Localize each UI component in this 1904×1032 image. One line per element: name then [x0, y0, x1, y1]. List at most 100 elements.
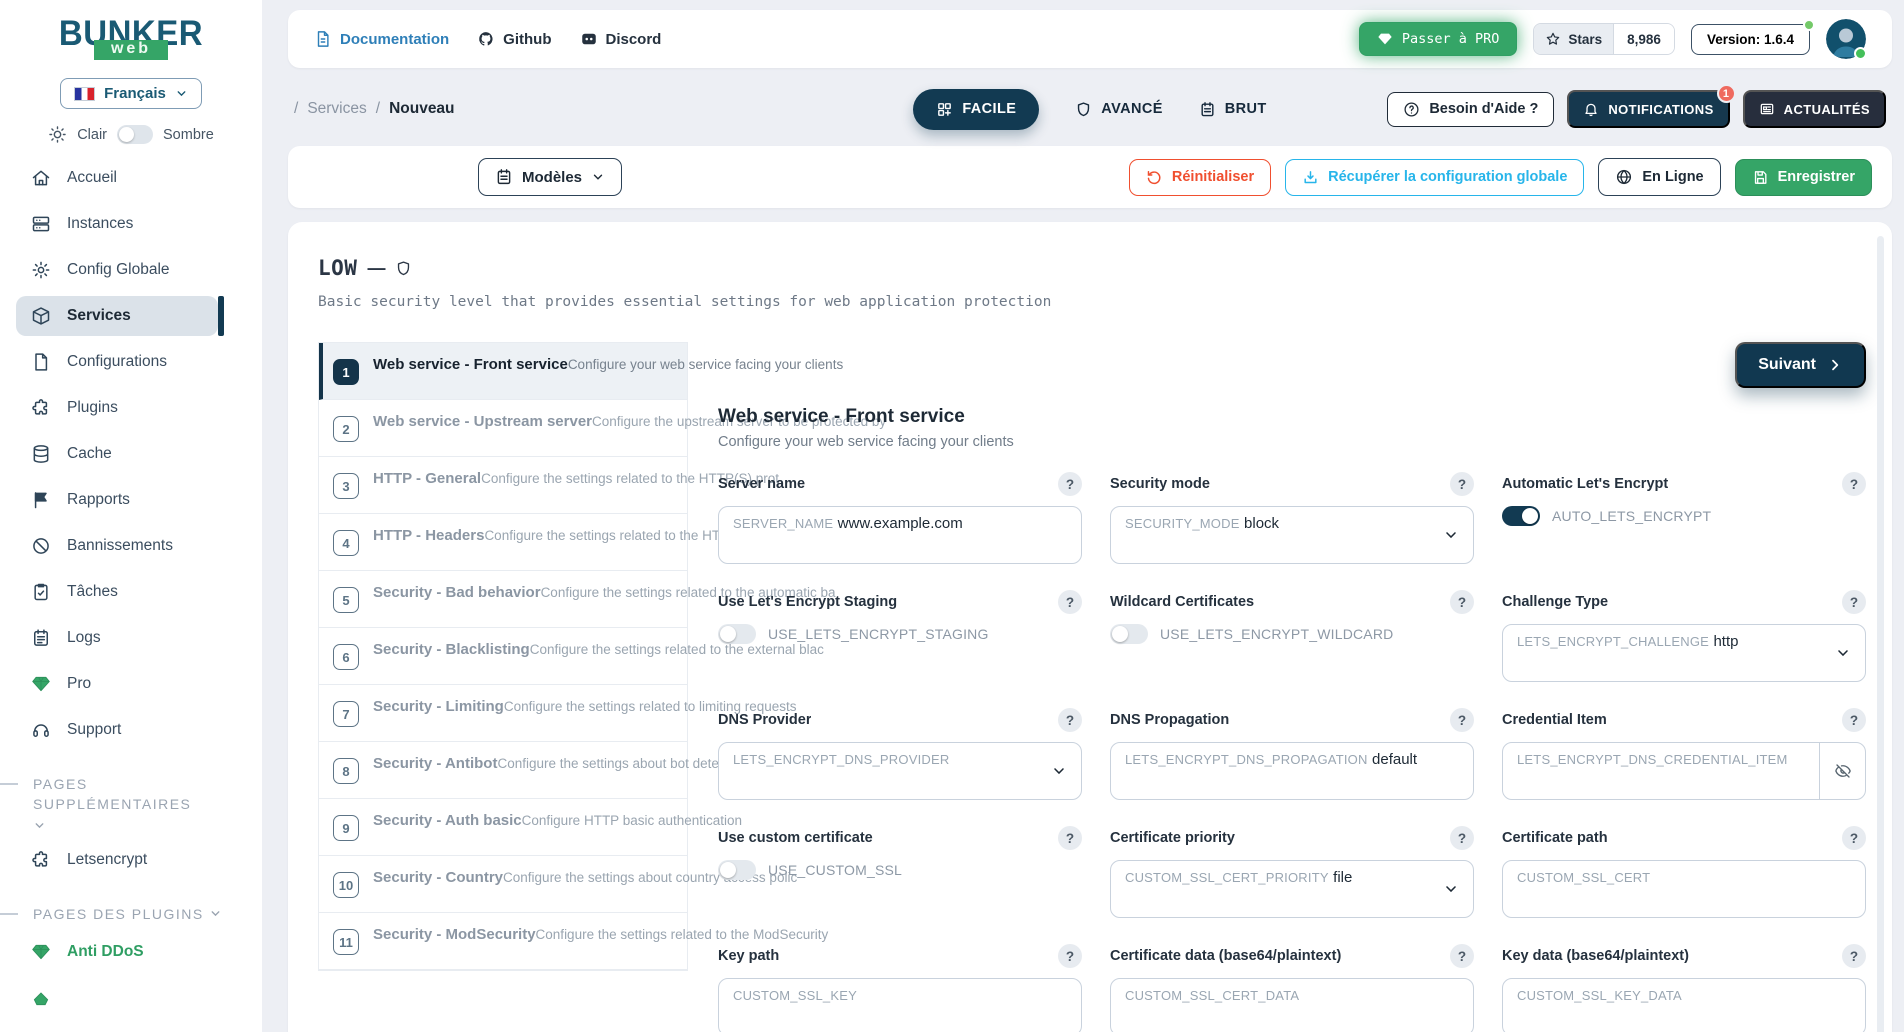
sidebar-item-bannissements[interactable]: Bannissements [16, 526, 218, 566]
step-item-1[interactable]: 1 Web service - Front serviceConfigure y… [319, 343, 687, 400]
step-item-3[interactable]: 3 HTTP - GeneralConfigure the settings r… [319, 457, 687, 514]
sidebar-item-anti-ddos[interactable]: Anti DDoS [16, 932, 218, 972]
chevron-down-icon [33, 819, 46, 832]
save-button[interactable]: Enregistrer [1735, 159, 1872, 196]
key-data-input[interactable]: CUSTOM_SSL_KEY_DATA [1502, 978, 1866, 1032]
input-value: http [1713, 633, 1738, 650]
fetch-global-config-label: Récupérer la configuration globale [1328, 169, 1567, 185]
sidebar-item-plugin-partial[interactable] [16, 978, 218, 1018]
step-item-9[interactable]: 9 Security - Auth basicConfigure HTTP ba… [319, 799, 687, 856]
tab-brut[interactable]: BRUT [1199, 101, 1267, 118]
challenge-type-select[interactable]: LETS_ENCRYPT_CHALLENGE http [1502, 624, 1866, 682]
sidebar-item-config-globale[interactable]: Config Globale [16, 250, 218, 290]
avatar[interactable] [1826, 19, 1866, 59]
sidebar-item-cache[interactable]: Cache [16, 434, 218, 474]
sidebar-item-services[interactable]: Services [16, 296, 218, 336]
question-circle-icon [1403, 101, 1420, 118]
certificate-path-input[interactable]: CUSTOM_SSL_CERT [1502, 860, 1866, 918]
help-icon[interactable]: ? [1450, 472, 1474, 496]
help-icon[interactable]: ? [1058, 708, 1082, 732]
language-selector[interactable]: Français [60, 78, 202, 109]
sidebar-item-pro[interactable]: Pro [16, 664, 218, 704]
breadcrumb-services[interactable]: Services [307, 100, 366, 118]
sidebar-item-support[interactable]: Support [16, 710, 218, 750]
version-status-dot [1803, 19, 1815, 31]
help-icon[interactable]: ? [1842, 944, 1866, 968]
theme-toggle[interactable] [117, 125, 153, 144]
step-item-6[interactable]: 6 Security - BlacklistingConfigure the s… [319, 628, 687, 685]
reset-button[interactable]: Réinitialiser [1129, 159, 1271, 196]
github-link[interactable]: Github [477, 30, 551, 48]
notifications-button[interactable]: NOTIFICATIONS 1 [1567, 90, 1729, 128]
wildcard-certificates-toggle[interactable] [1110, 624, 1148, 644]
discord-link[interactable]: Discord [580, 30, 662, 48]
help-icon[interactable]: ? [1842, 590, 1866, 614]
help-icon[interactable]: ? [1058, 826, 1082, 850]
sidebar-item-instances[interactable]: Instances [16, 204, 218, 244]
certificate-priority-select[interactable]: CUSTOM_SSL_CERT_PRIORITY file [1110, 860, 1474, 918]
help-icon[interactable]: ? [1058, 472, 1082, 496]
online-button[interactable]: En Ligne [1598, 158, 1720, 196]
step-item-7[interactable]: 7 Security - LimitingConfigure the setti… [319, 685, 687, 742]
sidebar-item-accueil[interactable]: Accueil [16, 158, 218, 198]
step-item-5[interactable]: 5 Security - Bad behaviorConfigure the s… [319, 571, 687, 628]
field-label: Server name [718, 476, 805, 492]
globe-icon [1615, 168, 1633, 186]
section-pages-des-plugins[interactable]: PAGES DES PLUGINS [33, 904, 238, 924]
help-icon[interactable]: ? [1450, 708, 1474, 732]
save-icon [1752, 169, 1769, 186]
help-icon[interactable]: ? [1450, 590, 1474, 614]
step-item-10[interactable]: 10 Security - CountryConfigure the setti… [319, 856, 687, 913]
lets-encrypt-staging-toggle[interactable] [718, 624, 756, 644]
sidebar-item-configurations[interactable]: Configurations [16, 342, 218, 382]
fetch-global-config-button[interactable]: Récupérer la configuration globale [1285, 159, 1584, 196]
help-icon[interactable]: ? [1842, 472, 1866, 496]
certificate-data-input[interactable]: CUSTOM_SSL_CERT_DATA [1110, 978, 1474, 1032]
step-number: 3 [333, 473, 359, 499]
sidebar-item-label: Instances [67, 215, 133, 233]
need-help-button[interactable]: Besoin d'Aide ? [1387, 92, 1554, 127]
newspaper-icon [1759, 101, 1775, 117]
step-item-4[interactable]: 4 HTTP - HeadersConfigure the settings r… [319, 514, 687, 571]
sidebar-item-taches[interactable]: Tâches [16, 572, 218, 612]
help-icon[interactable]: ? [1450, 826, 1474, 850]
step-desc: Configure HTTP basic authentication [522, 813, 742, 828]
dns-propagation-input[interactable]: LETS_ENCRYPT_DNS_PROPAGATION default [1110, 742, 1474, 800]
tab-facile[interactable]: FACILE [913, 89, 1039, 130]
input-placeholder: CUSTOM_SSL_KEY_DATA [1517, 988, 1682, 1003]
step-item-2[interactable]: 2 Web service - Upstream serverConfigure… [319, 400, 687, 457]
sidebar-item-plugins[interactable]: Plugins [16, 388, 218, 428]
input-placeholder: SERVER_NAME [733, 516, 833, 531]
credential-item-input[interactable]: LETS_ENCRYPT_DNS_CREDENTIAL_ITEM [1502, 742, 1866, 800]
sidebar-item-rapports[interactable]: Rapports [16, 480, 218, 520]
key-path-input[interactable]: CUSTOM_SSL_KEY [718, 978, 1082, 1032]
step-title: Web service - Upstream server [373, 413, 592, 430]
github-stars-badge[interactable]: Stars 8,986 [1533, 23, 1675, 55]
field-label: Certificate data (base64/plaintext) [1110, 948, 1341, 964]
tab-avance[interactable]: AVANCÉ [1075, 101, 1162, 118]
section-pages-supplementaires[interactable]: PAGES SUPPLÉMENTAIRES [33, 774, 238, 832]
news-button[interactable]: ACTUALITÉS [1743, 90, 1886, 128]
version-button[interactable]: Version: 1.6.4 [1691, 24, 1810, 55]
help-icon[interactable]: ? [1842, 708, 1866, 732]
security-mode-select[interactable]: SECURITY_MODE block [1110, 506, 1474, 564]
next-step-button[interactable]: Suivant [1735, 342, 1866, 388]
sidebar-item-logs[interactable]: Logs [16, 618, 218, 658]
toggle-visibility-button[interactable] [1819, 743, 1865, 799]
sidebar-item-letsencrypt[interactable]: Letsencrypt [16, 840, 218, 880]
step-item-11[interactable]: 11 Security - ModSecurityConfigure the s… [319, 913, 687, 970]
upgrade-pro-button[interactable]: Passer à PRO [1359, 22, 1518, 56]
help-icon[interactable]: ? [1842, 826, 1866, 850]
help-icon[interactable]: ? [1058, 590, 1082, 614]
step-title: HTTP - General [373, 470, 481, 487]
vertical-scrollbar[interactable] [1877, 236, 1884, 1032]
templates-dropdown[interactable]: Modèles [478, 158, 622, 196]
server-name-input[interactable]: SERVER_NAME www.example.com [718, 506, 1082, 564]
dns-provider-select[interactable]: LETS_ENCRYPT_DNS_PROVIDER [718, 742, 1082, 800]
help-icon[interactable]: ? [1450, 944, 1474, 968]
auto-lets-encrypt-toggle[interactable] [1502, 506, 1540, 526]
use-custom-ssl-toggle[interactable] [718, 860, 756, 880]
documentation-link[interactable]: Documentation [314, 30, 449, 48]
step-item-8[interactable]: 8 Security - AntibotConfigure the settin… [319, 742, 687, 799]
help-icon[interactable]: ? [1058, 944, 1082, 968]
